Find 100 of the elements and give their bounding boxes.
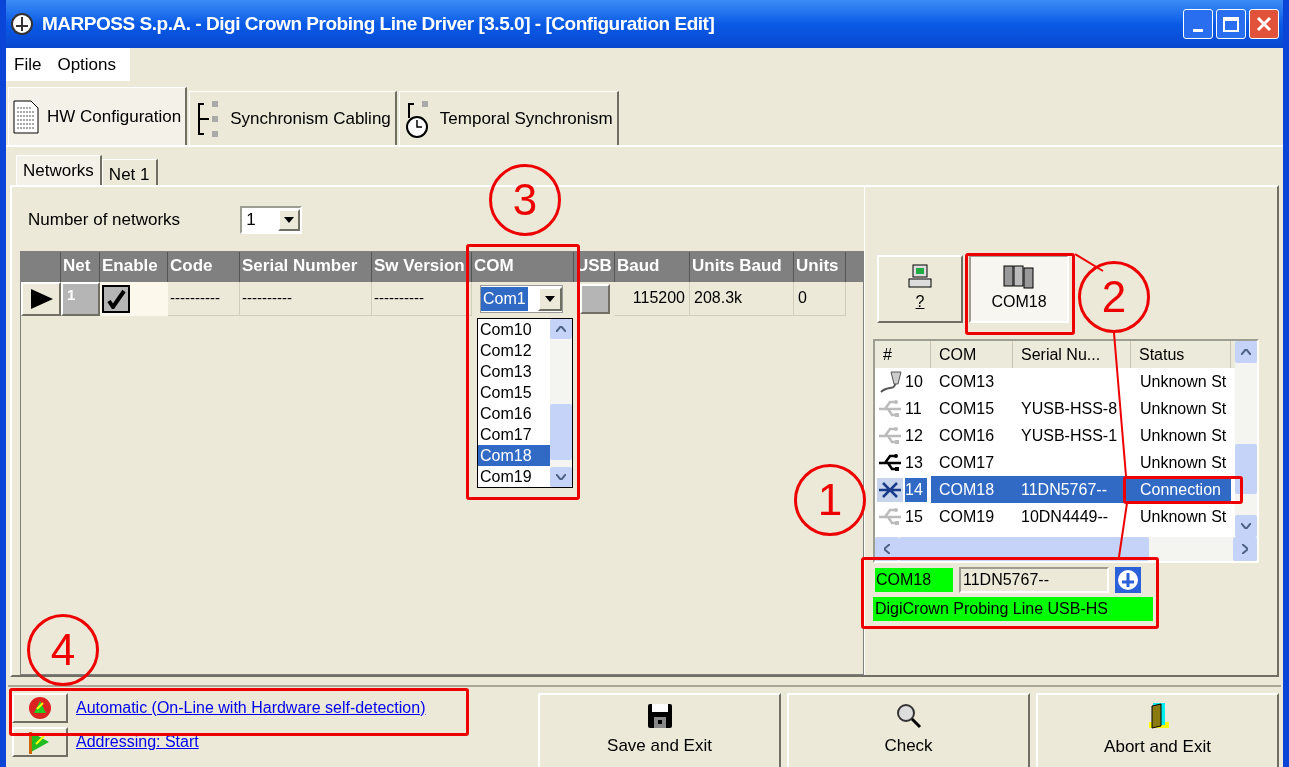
magnifier-icon [895,703,922,730]
column-header: Enable [100,251,168,282]
port-row[interactable]: 10 COM13 Unknown St [875,368,1235,395]
networks-dropdown[interactable]: 1 [240,205,303,234]
command-button[interactable]: Save and Exit [538,693,781,767]
scrollbar[interactable] [1235,341,1257,537]
close-icon [1256,16,1272,32]
com-dropdown[interactable]: Com1 [480,284,563,313]
port-row[interactable]: 12 COM16 YUSB-HSS-1 Unknown St [875,422,1235,449]
column-header[interactable]: Serial Nu... [1013,341,1131,368]
table-cell: ---------- [168,281,240,316]
dropdown-option[interactable]: Com16 [478,402,550,424]
row-pointer-icon [31,288,53,309]
callout-marker: 4 [27,614,99,686]
callout-marker: 2 [1078,261,1150,333]
command-button[interactable]: Abort and Exit [1036,693,1279,767]
maximize-button[interactable] [1216,9,1246,39]
scroll-thumb[interactable] [550,403,572,460]
close-button[interactable] [1249,9,1279,39]
device-description: DigiCrown Probing Line USB-HS [873,597,1153,621]
table-cell: 0 [794,281,846,316]
toolbar-tab[interactable]: HW Configuration [8,87,188,145]
table-cell-text: Unknown St [1139,426,1228,446]
dropdown-option[interactable]: Com17 [478,423,550,445]
table-cell: COM18 [931,476,1013,503]
column-header: Baud [615,251,690,282]
table-cell-text: Unknown St [1139,399,1228,419]
scroll-right-icon[interactable] [1233,537,1257,561]
column-header: Units Baud [690,251,794,282]
app-logo-icon [10,12,34,36]
device-button[interactable]: COM18 [969,255,1069,323]
scroll-down-icon[interactable] [550,466,572,487]
table-cell: 115200 [615,281,690,316]
column-header[interactable]: COM [931,341,1013,368]
command-button[interactable]: Check [787,693,1030,767]
device-button[interactable]: ? [877,255,963,323]
action-link[interactable]: Addressing: Start [76,730,199,754]
action-button[interactable] [12,693,68,723]
port-row[interactable]: 15 COM19 10DN4449-- Unknown St [875,503,1235,530]
table-cell-text: Unknown St [1139,372,1228,392]
table-cell-text: COM15 [938,399,996,419]
maximize-icon [1223,16,1239,32]
toolbar-tab[interactable]: Synchronism Cabling [189,91,397,145]
column-header: Serial Number [240,251,372,282]
table-cell-text: COM19 [938,507,996,527]
callout-marker: 3 [489,164,561,236]
dropdown-option[interactable]: Com13 [478,360,550,382]
table-cell-text: COM17 [938,453,996,473]
leader-line [1075,253,1105,273]
table-cell: 1 [61,281,100,316]
table-cell: 14 [905,477,927,502]
dropdown-option[interactable]: Com12 [478,339,550,361]
table-cell-text: 12 [905,425,923,446]
table-cell: ---------- [240,281,372,316]
table-cell-text: COM13 [938,372,996,392]
port-icon [1003,264,1035,290]
minimize-button[interactable] [1183,9,1213,39]
check-icon [106,288,126,309]
minimize-icon [1193,29,1203,32]
table-cell: 11DN5767-- [1013,476,1131,503]
scroll-thumb[interactable] [1235,444,1257,494]
scroll-down-icon[interactable] [1235,515,1257,537]
port-row[interactable]: 14 COM18 11DN5767-- Connection [875,476,1235,503]
table-cell-text: Unknown St [1139,453,1228,473]
menu-item[interactable]: Options [57,51,116,78]
dropdown-option[interactable]: Com19 [478,465,550,487]
dropdown-option[interactable]: Com15 [478,381,550,403]
table-cell-text: 15 [905,506,923,527]
column-header: COM [472,251,574,282]
table-cell: 208.3k [690,281,794,316]
com-status-field: COM18 [875,568,953,592]
table-cell-text: 10DN4449-- [1020,507,1110,527]
network-icon [877,477,903,502]
panel-tab[interactable]: Networks [16,155,102,185]
column-header[interactable]: # [875,341,931,368]
table-cell-text: 13 [905,452,923,473]
table-cell-text: COM16 [938,426,996,446]
menu-item[interactable]: File [14,51,42,78]
scrollbar[interactable] [550,318,572,487]
scroll-up-icon[interactable] [550,318,572,339]
column-header[interactable]: Status [1131,341,1231,368]
panel-tab[interactable]: Net 1 [101,159,158,185]
dropdown-option[interactable]: Com18 [478,444,550,466]
column-header: Code [168,251,240,282]
port-row[interactable]: 11 COM15 YUSB-HSS-8 Unknown St [875,395,1235,422]
usb-cell [579,283,610,314]
toolbar-tab[interactable]: Temporal Synchronism [398,91,619,145]
document-icon [13,99,39,134]
field-label: Number of networks [28,209,181,232]
leader-line [1117,503,1129,558]
app-logo-icon [1115,567,1141,593]
table-cell: ---------- [372,281,472,316]
action-link[interactable]: Automatic (On-Line with Hardware self-detection) [76,696,426,720]
table-cell-text: YUSB-HSS-1 [1020,426,1119,446]
table-cell-text: 11 [905,398,922,419]
column-header: Net [61,251,100,282]
dropdown-option[interactable]: Com10 [478,318,550,340]
port-row[interactable]: 13 COM17 Unknown St [875,449,1235,476]
enable-checkbox[interactable] [102,284,130,313]
computer-icon [907,264,933,290]
